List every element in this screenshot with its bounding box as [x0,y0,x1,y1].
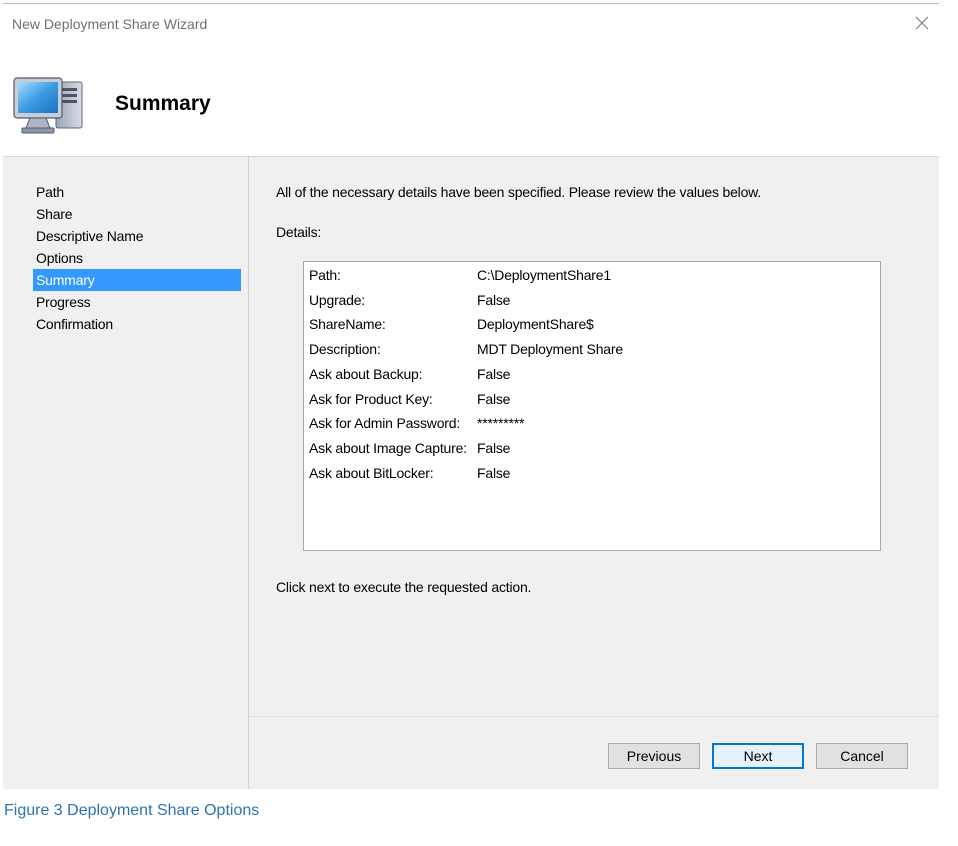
details-label: Details: [276,224,322,240]
details-key: Path: [309,267,341,283]
close-button[interactable] [911,12,933,34]
details-key: Ask about BitLocker: [309,464,434,481]
button-bar: Previous Next Cancel [249,716,939,789]
details-value: False [477,439,511,456]
wizard-header: Summary [3,42,939,156]
details-box[interactable]: Path: C:\DeploymentShare1 Upgrade: False Sha… [303,261,881,551]
details-value: C:\DeploymentShare1 [477,267,611,283]
wizard-window: New Deployment Share Wizard Summary Path… [3,3,939,789]
window-title: New Deployment Share Wizard [12,16,208,32]
cancel-button[interactable]: Cancel [816,743,908,769]
details-value: MDT Deployment Share [477,341,623,358]
details-value: False [477,365,511,382]
details-key: Ask for Product Key: [309,390,433,407]
details-key: Ask about Image Capture: [309,439,467,456]
step-item-path: Path [36,184,64,200]
step-item-confirmation: Confirmation [36,316,113,332]
step-item-options: Options [36,250,83,266]
intro-text: All of the necessary details have been s… [276,184,761,200]
instruction-text: Click next to execute the requested acti… [276,579,532,595]
details-key: ShareName: [309,316,386,333]
step-item-summary: Summary [33,269,241,291]
step-item-share: Share [36,206,73,222]
steps-pane: Path Share Descriptive Name Options Summary P… [3,156,249,789]
details-key: Ask for Admin Password: [309,415,461,432]
page-title: Summary [115,92,211,115]
content-pane: All of the necessary details have been s… [249,156,939,717]
details-key: Ask about Backup: [309,365,423,382]
step-item-descriptive-name: Descriptive Name [36,228,144,244]
close-icon [915,16,929,30]
steps-list: Path Share Descriptive Name Options Summary P… [33,181,241,335]
previous-button[interactable]: Previous [608,743,700,769]
figure-caption: Figure 3 Deployment Share Options [4,802,260,819]
details-value: False [477,291,511,308]
details-value: ********* [477,415,525,432]
details-key: Upgrade: [309,291,365,308]
details-value: False [477,464,511,481]
next-button[interactable]: Next [712,743,804,769]
title-bar: New Deployment Share Wizard [3,4,939,42]
details-key: Description: [309,341,381,358]
details-value: DeploymentShare$ [477,316,594,333]
details-value: False [477,390,511,407]
step-item-progress: Progress [36,294,91,310]
computer-icon [13,77,83,134]
